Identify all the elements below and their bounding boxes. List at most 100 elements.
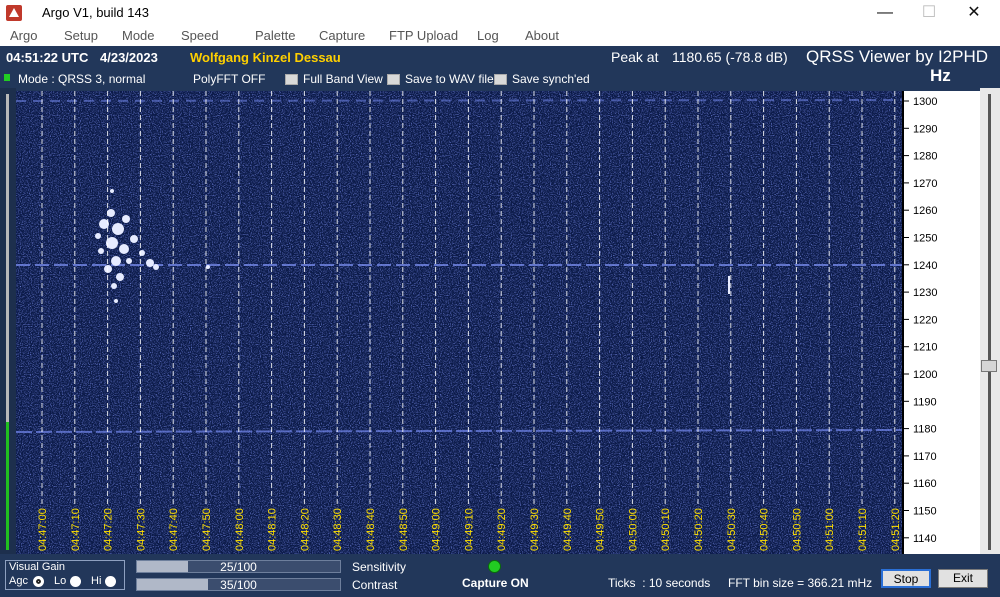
capture-indicator-icon — [488, 560, 501, 573]
title-bar: Argo V1, build 143 — ☐ ✕ — [0, 0, 1000, 26]
hi-radio[interactable] — [105, 576, 116, 587]
frequency-tick-label: 1150 — [913, 506, 937, 518]
agc-label[interactable]: Agc — [9, 575, 28, 587]
time-tick-label: 04:49:50 — [595, 508, 607, 551]
time-tick-label: 04:51:10 — [857, 508, 869, 551]
time-tick-label: 04:48:20 — [299, 508, 311, 551]
save-synched-label[interactable]: Save synch'ed — [512, 72, 590, 86]
frequency-tick-label: 1280 — [913, 151, 937, 163]
level-meter-fill — [6, 422, 9, 550]
maximize-button[interactable]: ☐ — [906, 0, 952, 26]
menu-palette[interactable]: Palette — [255, 28, 295, 43]
level-strip — [0, 88, 16, 554]
signal-burst — [728, 276, 730, 294]
time-tick-label: 04:48:50 — [398, 508, 410, 551]
time-tick-label: 04:50:40 — [759, 508, 771, 551]
close-button[interactable]: ✕ — [951, 0, 997, 26]
frequency-tick-label: 1200 — [913, 369, 937, 381]
time-tick-label: 04:47:30 — [135, 508, 147, 551]
lo-label[interactable]: Lo — [54, 575, 66, 587]
peak-value: 1180.65 (-78.8 dB) — [672, 49, 788, 65]
frequency-tick-label: 1250 — [913, 233, 937, 245]
menu-ftp-upload[interactable]: FTP Upload — [389, 28, 458, 43]
hi-label[interactable]: Hi — [91, 575, 101, 587]
full-band-checkbox[interactable] — [285, 74, 298, 85]
menu-argo[interactable]: Argo — [10, 28, 37, 43]
time-tick-label: 04:47:20 — [103, 508, 115, 551]
frequency-tick-label: 1240 — [913, 260, 937, 272]
frequency-axis-svg: 1300 1290 1280 1270 1260 1250 1240 1230 1220 1210… — [904, 96, 937, 545]
time-tick-label: 04:49:20 — [496, 508, 508, 551]
time-tick-label: 04:50:50 — [791, 508, 803, 551]
save-synched-checkbox[interactable] — [494, 74, 507, 85]
frequency-tick-label: 1220 — [913, 314, 937, 326]
time-tick-label: 04:47:00 — [37, 508, 49, 551]
frequency-tick-label: 1260 — [913, 205, 937, 217]
frequency-tick-label: 1300 — [913, 96, 937, 108]
control-panel: Visual Gain Agc Lo Hi 25/100 Sensitivity… — [0, 554, 1000, 597]
time-tick-label: 04:49:30 — [529, 508, 541, 551]
polyfft-status[interactable]: PolyFFT OFF — [193, 72, 265, 86]
ticks-interval: Ticks : 10 seconds — [608, 576, 711, 590]
menu-bar: Argo Setup Mode Speed Palette Capture FT… — [0, 26, 1000, 46]
frequency-tick-label: 1290 — [913, 123, 937, 135]
contrast-label: Contrast — [352, 578, 398, 592]
time-tick-label: 04:48:40 — [365, 508, 377, 551]
menu-log[interactable]: Log — [477, 28, 499, 43]
frequency-unit: Hz — [930, 66, 951, 85]
time-tick-label: 04:47:40 — [168, 508, 180, 551]
frequency-tick-label: 1140 — [913, 533, 937, 545]
time-tick-label: 04:50:10 — [660, 508, 672, 551]
frequency-axis: 1300 1290 1280 1270 1260 1250 1240 1230 1220 1210… — [902, 91, 980, 554]
time-tick-label: 04:47:50 — [201, 508, 213, 551]
save-wav-label[interactable]: Save to WAV file — [405, 72, 494, 86]
capture-status: Capture ON — [462, 576, 529, 590]
sensitivity-slider[interactable]: 25/100 — [136, 560, 341, 574]
visual-gain-group: Visual Gain Agc Lo Hi — [5, 560, 125, 590]
peak-label: Peak at — [611, 49, 659, 65]
mode-label: Mode : QRSS 3, normal — [18, 72, 146, 86]
menu-speed[interactable]: Speed — [181, 28, 219, 43]
status-indicator-icon — [4, 74, 10, 81]
waterfall-display[interactable]: 04:47:00 04:47:10 04:47:20 04:47:30 04:47:40… — [16, 91, 902, 554]
fft-bin-size: FFT bin size = 366.21 mHz — [728, 576, 873, 590]
frequency-tick-label: 1170 — [913, 451, 937, 463]
vertical-scrollbar[interactable] — [980, 88, 1000, 554]
date: 4/23/2023 — [100, 50, 158, 65]
waterfall-svg: 04:47:00 04:47:10 04:47:20 04:47:30 04:47:40… — [16, 91, 902, 554]
contrast-slider[interactable]: 35/100 — [136, 578, 341, 592]
app-logo-icon[interactable] — [6, 5, 22, 21]
exit-button[interactable]: Exit — [938, 569, 988, 588]
time-tick-label: 04:49:40 — [562, 508, 574, 551]
frequency-tick-label: 1210 — [913, 342, 937, 354]
full-band-label[interactable]: Full Band View — [303, 72, 383, 86]
time-tick-label: 04:50:30 — [726, 508, 738, 551]
frequency-tick-label: 1190 — [913, 396, 937, 408]
frequency-ticks: 1300 1290 1280 1270 1260 1250 1240 1230 1220 1210… — [904, 96, 937, 545]
brand-title: QRSS Viewer by I2PHD — [806, 47, 989, 66]
sensitivity-value: 25/100 — [220, 560, 257, 574]
utc-time: 04:51:22 UTC — [6, 50, 89, 65]
time-tick-label: 04:47:10 — [70, 508, 82, 551]
scroll-thumb[interactable] — [981, 360, 997, 372]
minimize-button[interactable]: — — [862, 0, 908, 26]
time-tick-label: 04:48:10 — [267, 508, 279, 551]
stop-button[interactable]: Stop — [881, 569, 931, 588]
menu-mode[interactable]: Mode — [122, 28, 155, 43]
time-tick-label: 04:51:00 — [824, 508, 836, 551]
scroll-track — [988, 94, 991, 550]
save-wav-checkbox[interactable] — [387, 74, 400, 85]
time-tick-label: 04:48:00 — [234, 508, 246, 551]
operator-name: Wolfgang Kinzel Dessau — [190, 50, 341, 65]
window-title: Argo V1, build 143 — [42, 5, 149, 20]
frequency-tick-label: 1180 — [913, 424, 937, 436]
time-tick-label: 04:48:30 — [332, 508, 344, 551]
menu-setup[interactable]: Setup — [64, 28, 98, 43]
agc-radio[interactable] — [33, 576, 44, 587]
menu-about[interactable]: About — [525, 28, 559, 43]
menu-capture[interactable]: Capture — [319, 28, 365, 43]
visual-gain-label: Visual Gain — [9, 561, 66, 573]
lo-radio[interactable] — [70, 576, 81, 587]
frequency-tick-label: 1270 — [913, 178, 937, 190]
time-tick-label: 04:50:20 — [693, 508, 705, 551]
